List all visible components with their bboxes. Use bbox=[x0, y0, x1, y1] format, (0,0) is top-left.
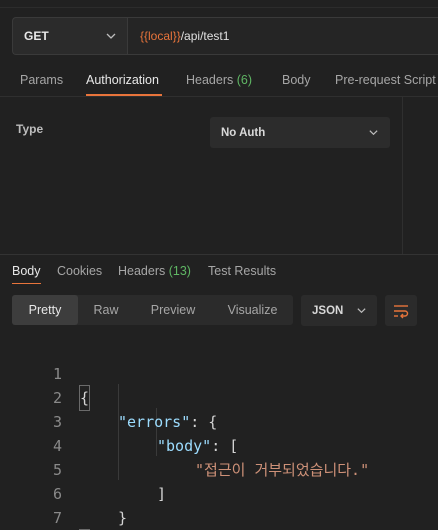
divider bbox=[0, 96, 438, 97]
chevron-down-icon bbox=[357, 308, 366, 314]
url-path: /api/test1 bbox=[180, 29, 230, 43]
response-tab-headers[interactable]: Headers (13) bbox=[118, 264, 191, 278]
code-line: 4 "접근이 거부되었습니다." bbox=[0, 410, 438, 479]
code-line: 1 { bbox=[0, 338, 438, 411]
wrap-lines-icon bbox=[394, 304, 409, 318]
panel-divider bbox=[402, 97, 403, 254]
code-line: 2 "errors": { bbox=[0, 362, 438, 431]
code-text: } bbox=[118, 509, 128, 527]
auth-type-select[interactable]: No Auth bbox=[210, 117, 390, 148]
headers-count: (6) bbox=[236, 73, 253, 87]
url-input[interactable]: {{local}}/api/test1 bbox=[127, 17, 438, 55]
view-pretty-button[interactable]: Pretty bbox=[12, 295, 78, 325]
tab-headers[interactable]: Headers (6) bbox=[186, 73, 252, 87]
code-line: 7 } bbox=[0, 482, 438, 530]
response-tab-test-results[interactable]: Test Results bbox=[208, 264, 276, 278]
tab-params[interactable]: Params bbox=[20, 73, 63, 87]
line-number: 7 bbox=[52, 509, 62, 527]
tab-prerequest-script[interactable]: Pre-request Script bbox=[335, 73, 436, 87]
url-variable: {{local}} bbox=[140, 29, 181, 43]
code-line: 3 "body": [ bbox=[0, 386, 438, 455]
view-raw-button[interactable]: Raw bbox=[78, 295, 134, 325]
tab-body[interactable]: Body bbox=[282, 73, 311, 87]
active-tab-indicator bbox=[12, 283, 41, 284]
auth-type-label: Type bbox=[16, 122, 44, 136]
divider bbox=[0, 7, 438, 8]
format-value: JSON bbox=[312, 304, 344, 317]
tab-authorization[interactable]: Authorization bbox=[86, 73, 159, 87]
request-tabs: Params Authorization Headers (6) Body Pr… bbox=[0, 66, 438, 98]
response-tab-body[interactable]: Body bbox=[12, 264, 41, 278]
view-preview-button[interactable]: Preview bbox=[134, 295, 212, 325]
response-tab-cookies[interactable]: Cookies bbox=[57, 264, 102, 278]
auth-type-value: No Auth bbox=[221, 126, 266, 139]
response-headers-label: Headers bbox=[118, 264, 166, 278]
code-line: 5 ] bbox=[0, 434, 438, 503]
wrap-lines-button[interactable] bbox=[385, 295, 417, 326]
response-headers-count: (13) bbox=[168, 264, 191, 278]
method-label: GET bbox=[24, 29, 49, 43]
response-divider[interactable] bbox=[0, 254, 438, 255]
method-select[interactable]: GET bbox=[12, 17, 127, 55]
format-select[interactable]: JSON bbox=[301, 295, 377, 326]
chevron-down-icon bbox=[369, 130, 378, 136]
code-line: 6 } bbox=[0, 458, 438, 527]
tab-headers-label: Headers bbox=[186, 73, 234, 87]
view-visualize-button[interactable]: Visualize bbox=[212, 295, 293, 325]
view-mode-group: Pretty Raw Preview Visualize bbox=[12, 295, 293, 325]
chevron-down-icon bbox=[106, 33, 116, 39]
